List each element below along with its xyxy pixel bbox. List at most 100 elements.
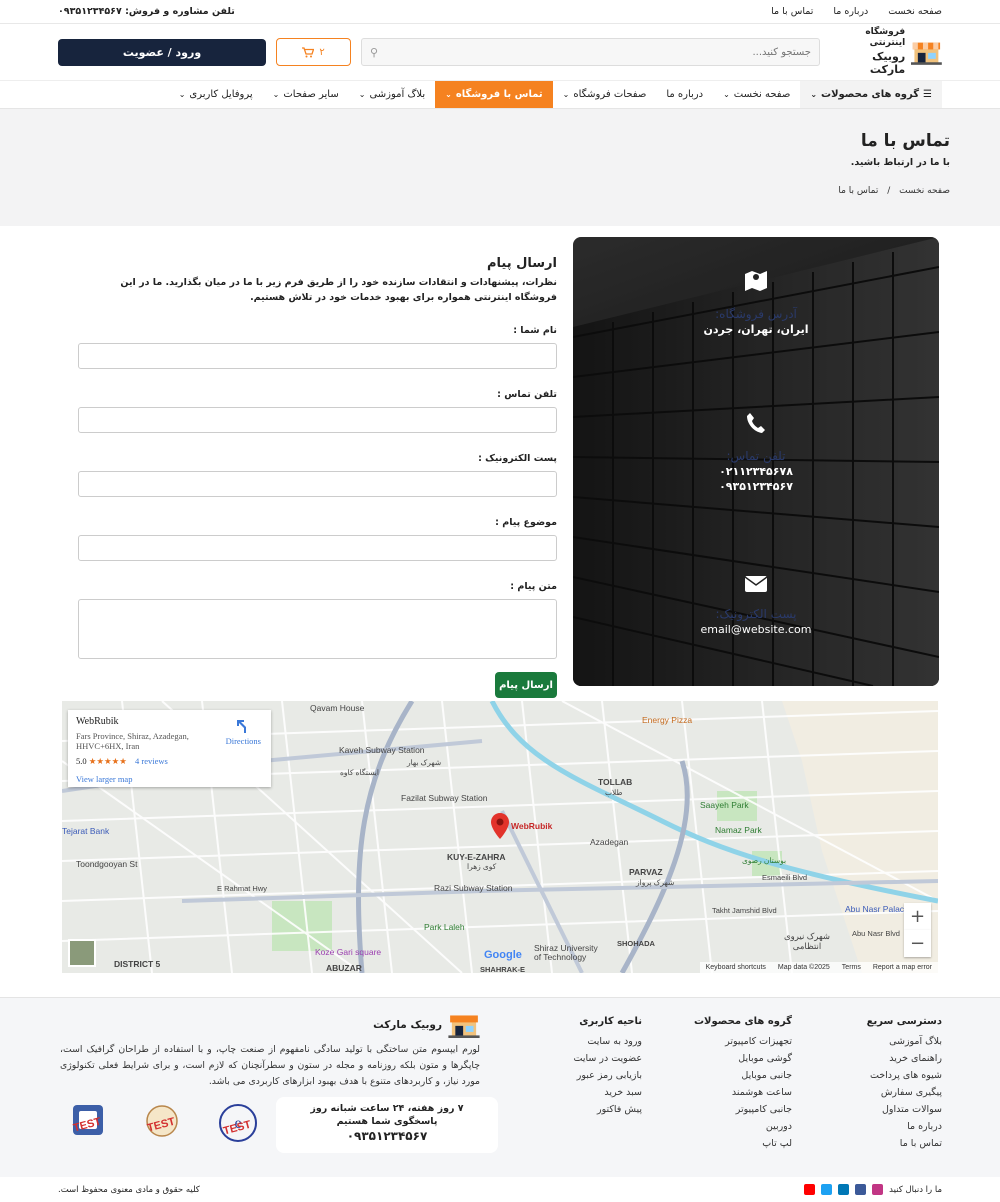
footer-link[interactable]: جانبی کامپیوتر — [694, 1104, 792, 1115]
breadcrumb-current: تماس با ما — [838, 186, 879, 196]
contact-form: ارسال پیام نظرات، پیشنهادات و انتقادات س… — [78, 256, 557, 699]
footer-link[interactable]: گوشی موبایل — [694, 1053, 792, 1064]
chevron-down-icon: ⌄ — [562, 90, 570, 99]
footer-link[interactable]: پیگیری سفارش — [867, 1087, 942, 1098]
top-bar: صفحه نخست درباره ما تماس با ما تلفن مشاو… — [0, 0, 1000, 24]
nav-shop-pages[interactable]: صفحات فروشگاه ⌄ — [553, 81, 657, 108]
location-pin-icon[interactable] — [491, 813, 509, 839]
linkedin-icon[interactable] — [838, 1184, 850, 1195]
support-hours: ۷ روز هفته، ۲۴ ساعت شبانه روز — [310, 1103, 464, 1114]
footer-link[interactable]: شیوه های پرداخت — [867, 1070, 942, 1081]
map-keyboard-shortcuts[interactable]: Keyboard shortcuts — [706, 964, 766, 971]
map-terms[interactable]: Terms — [842, 964, 861, 971]
nav-label: گروه های محصولات — [821, 89, 920, 100]
logo-line2: روبیک مارکت — [869, 49, 906, 77]
footer-link[interactable]: پیش فاکتور — [574, 1104, 642, 1115]
footer-link[interactable]: راهنمای خرید — [867, 1053, 942, 1064]
email-value[interactable]: email@website.com — [573, 623, 939, 636]
enamad-badge[interactable]: e TEST — [208, 1095, 268, 1155]
top-link-about[interactable]: درباره ما — [833, 6, 868, 17]
phone-value-2[interactable]: ۰۹۳۵۱۲۳۴۵۶۷ — [573, 480, 939, 493]
breadcrumb-home[interactable]: صفحه نخست — [899, 186, 950, 196]
support-phone[interactable]: ۰۹۳۵۱۲۳۴۵۶۷ — [276, 1129, 498, 1143]
site-logo[interactable]: فروشگاه اینترنتی روبیک مارکت — [838, 27, 942, 77]
address-value: ایران، تهران، جردن — [703, 323, 809, 336]
nav-blog[interactable]: بلاگ آموزشی ⌄ — [349, 81, 435, 108]
map-label-tollab-fa: طلاب — [605, 788, 623, 797]
map-reviews-link[interactable]: 4 reviews — [135, 756, 168, 766]
directions-button[interactable]: Directions — [226, 718, 261, 746]
search-input[interactable] — [378, 46, 811, 58]
map-thumbnail[interactable] — [68, 939, 96, 967]
map-label-abu-nasr: Abu Nasr Palace — [845, 904, 909, 914]
map-rating-value: 5.0 — [76, 756, 87, 767]
phone-value-1[interactable]: ۰۲۱۱۲۳۴۵۶۷۸ — [573, 465, 939, 478]
search-box: ⚲ — [361, 38, 820, 66]
google-map[interactable]: WebRubik Qavam House Energy Pizza Kaveh … — [62, 701, 938, 973]
top-link-home[interactable]: صفحه نخست — [888, 6, 942, 17]
map-label-shiraz-univ: Shiraz University of Technology — [534, 943, 598, 963]
footer-user-area: ناحیه کاربری ورود به سایت عضویت در سایت … — [574, 1016, 642, 1121]
footer-link[interactable]: بازیابی رمز عبور — [574, 1070, 642, 1081]
login-register-button[interactable]: ورود / عضویت — [58, 38, 266, 66]
footer-link[interactable]: لپ تاپ — [694, 1138, 792, 1149]
zoom-out-button[interactable]: − — [904, 930, 931, 957]
map-label-toondgooyan: Toondgooyan St — [76, 859, 138, 869]
samandehi-badge[interactable]: TEST — [132, 1095, 192, 1155]
footer-link[interactable]: تماس با ما — [867, 1138, 942, 1149]
footer-link[interactable]: درباره ما — [867, 1121, 942, 1132]
map-label-abuzar: ABUZAR — [326, 963, 362, 973]
footer-link[interactable]: عضویت در سایت — [574, 1053, 642, 1064]
chevron-down-icon: ⌄ — [358, 90, 366, 99]
breadcrumb: صفحه نخست / تماس با ما — [50, 186, 950, 196]
facebook-icon[interactable] — [855, 1184, 867, 1195]
top-link-contact[interactable]: تماس با ما — [771, 6, 813, 17]
footer-link[interactable]: جانبی موبایل — [694, 1070, 792, 1081]
send-message-button[interactable]: ارسال پیام — [495, 672, 557, 699]
map-label-tollab: TOLLAB — [598, 777, 633, 787]
footer-link[interactable]: بلاگ آموزشی — [867, 1036, 942, 1047]
cart-count: ۲ — [319, 46, 325, 58]
map-footer: Keyboard shortcuts Map data ©2025 Terms … — [699, 962, 938, 973]
footer-link[interactable]: سوالات متداول — [867, 1104, 942, 1115]
footer-link[interactable]: ورود به سایت — [574, 1036, 642, 1047]
map-label-niroo: شهرک نیروی انتظامی — [783, 931, 831, 952]
map-label-qavam: Qavam House — [310, 703, 365, 713]
search-icon[interactable]: ⚲ — [370, 46, 378, 59]
cart-button[interactable]: ۲ — [276, 38, 351, 66]
nav-user-profile[interactable]: پروفایل کاربری ⌄ — [169, 81, 263, 108]
email-title: پست الکترونیک: — [715, 607, 797, 621]
phone-field[interactable] — [78, 407, 557, 434]
zoom-in-button[interactable]: + — [904, 903, 931, 930]
email-field[interactable] — [78, 471, 557, 498]
footer-link[interactable]: سبد خرید — [574, 1087, 642, 1098]
map-label-kuy-fa: کوی زهرا — [467, 862, 497, 871]
nav-home[interactable]: صفحه نخست ⌄ — [713, 81, 800, 108]
chevron-down-icon: ⌄ — [723, 90, 730, 99]
subject-field[interactable] — [78, 535, 557, 562]
chevron-down-icon: ⌄ — [810, 90, 818, 99]
instagram-icon[interactable] — [872, 1184, 884, 1195]
follow-label: ما را دنبال کنید — [889, 1184, 942, 1195]
map-report-error[interactable]: Report a map error — [873, 964, 932, 971]
phone-title: تلفن تماس: — [726, 449, 786, 463]
nav-contact-shop[interactable]: تماس با فروشگاه ⌄ — [435, 81, 553, 108]
nav-about[interactable]: درباره ما — [656, 81, 713, 108]
map-label-park-laleh: Park Laleh — [424, 922, 465, 932]
footer-link[interactable]: ساعت هوشمند — [694, 1087, 792, 1098]
nav-label: صفحات فروشگاه — [573, 89, 647, 100]
nav-product-groups[interactable]: ☰ گروه های محصولات ⌄ — [800, 81, 942, 108]
footer-brand: روبیک مارکت لورم ایپسوم متن ساختگی با تو… — [60, 1012, 480, 1089]
etehadieh-badge[interactable]: TEST — [58, 1095, 118, 1155]
youtube-icon[interactable] — [804, 1184, 816, 1195]
map-label-fazilat: Fazilat Subway Station — [401, 793, 488, 803]
top-phone: تلفن مشاوره و فروش: ۰۹۳۵۱۲۳۴۵۶۷ — [58, 6, 235, 17]
map-label-esmaeili: Esmaeili Blvd — [762, 873, 808, 882]
footer-link[interactable]: دوربین — [694, 1121, 792, 1132]
message-textarea[interactable] — [78, 599, 557, 660]
view-larger-map-link[interactable]: View larger map — [76, 774, 263, 784]
name-field[interactable] — [78, 343, 557, 370]
footer-link[interactable]: تجهیزات کامپیوتر — [694, 1036, 792, 1047]
twitter-icon[interactable] — [821, 1184, 833, 1195]
nav-other-pages[interactable]: سایر صفحات ⌄ — [263, 81, 349, 108]
